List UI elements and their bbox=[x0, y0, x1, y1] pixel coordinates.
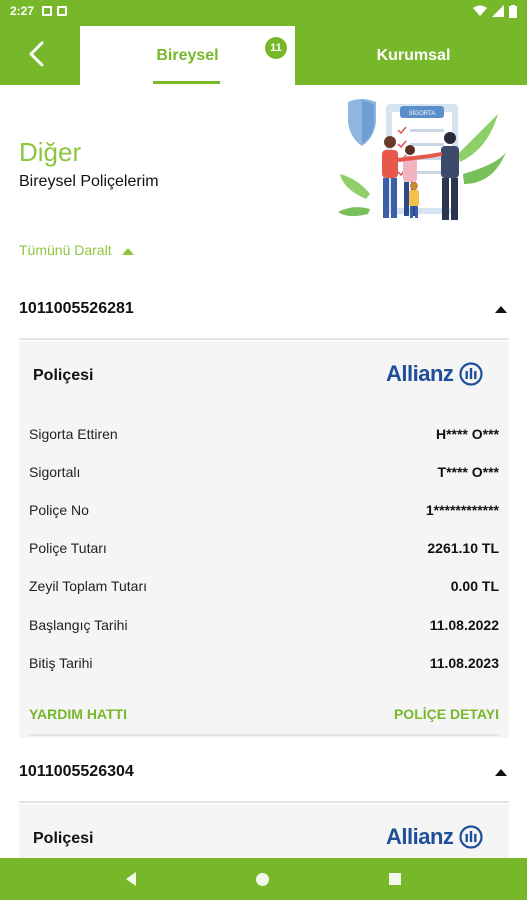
detail-row: Sigortalı T**** O*** bbox=[29, 461, 499, 483]
allianz-emblem-icon bbox=[459, 362, 484, 386]
caret-up-icon bbox=[121, 247, 134, 255]
illustration-sign-text: SİGORTA bbox=[409, 110, 435, 117]
status-time: 2:27 bbox=[10, 4, 35, 18]
detail-row: Zeyil Toplam Tutarı 0.00 TL bbox=[29, 575, 499, 597]
detail-label: Poliçe No bbox=[29, 502, 89, 518]
divider bbox=[19, 338, 509, 340]
detail-label: Bitiş Tarihi bbox=[29, 655, 93, 671]
nav-back-icon[interactable] bbox=[126, 872, 136, 886]
detail-row: Bitiş Tarihi 11.08.2023 bbox=[29, 652, 499, 674]
count-badge: 11 bbox=[265, 37, 287, 59]
insurer-name: Allianz bbox=[386, 824, 454, 849]
tab-kurumsal[interactable]: Kurumsal bbox=[300, 26, 527, 85]
policy-number: 1011005526304 bbox=[19, 763, 134, 780]
allianz-logo: Allianz bbox=[386, 824, 484, 850]
detail-label: Poliçe Tutarı bbox=[29, 540, 107, 556]
allianz-logo: Allianz bbox=[386, 361, 484, 387]
policy-header-1[interactable]: 1011005526281 bbox=[19, 289, 509, 329]
collapse-all-label: Tümünü Daralt bbox=[19, 242, 112, 258]
policy-number: 1011005526281 bbox=[19, 300, 134, 317]
tab-header: Bireysel 11 Kurumsal bbox=[0, 22, 527, 85]
detail-row: Poliçe No 1************ bbox=[29, 499, 499, 521]
wifi-icon bbox=[473, 5, 487, 16]
detail-label: Sigorta Ettiren bbox=[29, 426, 118, 442]
policy-details-button[interactable]: POLİÇE DETAYI bbox=[394, 706, 499, 722]
policy-actions: YARDIM HATTI POLİÇE DETAYI bbox=[29, 706, 499, 722]
detail-row: Başlangıç Tarihi 11.08.2022 bbox=[29, 614, 499, 636]
allianz-emblem-icon bbox=[459, 825, 484, 849]
policy-card-2: Poliçesi Allianz bbox=[19, 804, 509, 858]
policy-title: Poliçesi bbox=[33, 367, 94, 384]
system-nav-bar bbox=[0, 858, 527, 900]
insurer-name: Allianz bbox=[386, 361, 454, 386]
help-line-button[interactable]: YARDIM HATTI bbox=[29, 706, 127, 722]
tab-active-indicator bbox=[153, 81, 220, 84]
detail-value: 0.00 TL bbox=[450, 578, 499, 594]
collapse-all-link[interactable]: Tümünü Daralt bbox=[19, 242, 134, 258]
divider bbox=[19, 801, 509, 803]
insurance-illustration: SİGORTA bbox=[338, 99, 506, 220]
detail-value: 11.08.2023 bbox=[429, 655, 499, 671]
policy-title: Poliçesi bbox=[33, 830, 94, 847]
divider bbox=[29, 734, 499, 736]
chevron-up-icon[interactable] bbox=[495, 768, 507, 776]
detail-value: 2261.10 TL bbox=[427, 540, 499, 556]
policy-header-2[interactable]: 1011005526304 bbox=[19, 752, 509, 792]
policy-card-1: Poliçesi Allianz Sigorta Ettiren H**** O… bbox=[19, 341, 509, 738]
tab-bireysel[interactable]: Bireysel bbox=[80, 26, 295, 85]
detail-value: T**** O*** bbox=[437, 464, 499, 480]
page-subtitle: Bireysel Poliçelerim bbox=[19, 173, 159, 190]
detail-label: Başlangıç Tarihi bbox=[29, 617, 128, 633]
arrow-left-icon bbox=[29, 41, 44, 67]
page-title: Diğer bbox=[19, 137, 82, 167]
notification-icon-2 bbox=[57, 6, 68, 16]
detail-value: H**** O*** bbox=[435, 426, 499, 442]
tab-bireysel-label: Bireysel bbox=[156, 46, 219, 64]
nav-recents-icon[interactable] bbox=[389, 873, 401, 885]
detail-row: Poliçe Tutarı 2261.10 TL bbox=[29, 537, 499, 559]
detail-value: 11.08.2022 bbox=[429, 617, 499, 633]
detail-value: 1************ bbox=[425, 502, 499, 518]
signal-icon bbox=[492, 5, 504, 17]
detail-label: Sigortalı bbox=[29, 464, 81, 480]
back-button[interactable] bbox=[14, 36, 58, 72]
battery-icon bbox=[509, 4, 517, 18]
nav-home-icon[interactable] bbox=[256, 872, 269, 886]
notification-icon bbox=[42, 6, 53, 16]
detail-row: Sigorta Ettiren H**** O*** bbox=[29, 423, 499, 445]
chevron-up-icon[interactable] bbox=[495, 305, 507, 313]
status-bar: 2:27 bbox=[0, 0, 527, 22]
detail-label: Zeyil Toplam Tutarı bbox=[29, 578, 148, 594]
